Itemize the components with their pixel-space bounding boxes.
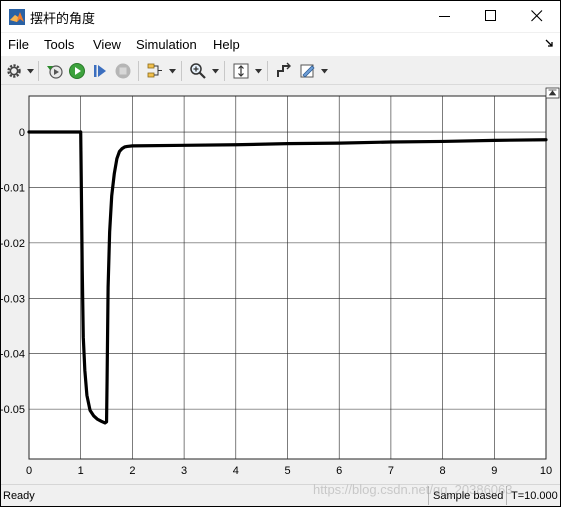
menu-tools[interactable]: Tools — [44, 37, 74, 52]
matlab-icon — [9, 9, 25, 25]
gear-icon[interactable] — [5, 62, 23, 80]
x-tick-label: 6 — [336, 465, 342, 477]
y-tick-label: -0.03 — [1, 293, 25, 305]
x-tick-label: 8 — [440, 465, 446, 477]
title-bar[interactable]: 摆杆的角度 — [1, 1, 560, 32]
gear-dropdown-icon[interactable] — [27, 69, 34, 74]
style-dropdown-icon[interactable] — [321, 69, 328, 74]
x-tick-label: 5 — [284, 465, 290, 477]
close-icon — [531, 10, 543, 22]
autoscale-dropdown-icon[interactable] — [255, 69, 262, 74]
menu-view[interactable]: View — [93, 37, 121, 52]
x-tick-label: 3 — [181, 465, 187, 477]
watermark: https://blog.csdn.net/qq_20386063 — [313, 482, 513, 497]
zoom-icon[interactable] — [189, 62, 207, 80]
toolbar — [1, 57, 560, 85]
minimize-icon — [439, 16, 450, 17]
menu-help[interactable]: Help — [213, 37, 240, 52]
x-tick-label: 7 — [388, 465, 394, 477]
run-icon[interactable] — [68, 62, 86, 80]
x-tick-label: 2 — [129, 465, 135, 477]
signal-dropdown-icon[interactable] — [169, 69, 176, 74]
cursor-measure-icon[interactable] — [275, 62, 293, 80]
plot-area: 0 1 2 3 4 5 6 7 8 9 10 0 -0.01 -0.02 -0.03 -0.04 -0.05 — [1, 86, 560, 483]
autoscale-icon[interactable] — [232, 62, 250, 80]
restore-icon[interactable] — [46, 62, 64, 80]
y-tick-label: 0 — [19, 127, 25, 139]
toolbar-separator — [138, 61, 139, 81]
maximize-button[interactable] — [468, 1, 514, 32]
status-time: T=10.000 — [506, 486, 560, 505]
menu-bar: File Tools View Simulation Help — [1, 33, 560, 56]
status-ready: Ready — [3, 490, 35, 502]
stop-icon[interactable] — [114, 62, 132, 80]
toolbar-separator — [267, 61, 268, 81]
scope-window: 摆杆的角度 File Tools View Simulation Help 0 … — [0, 0, 561, 507]
x-tick-label: 0 — [26, 465, 32, 477]
menu-simulation[interactable]: Simulation — [136, 37, 197, 52]
menu-file[interactable]: File — [8, 37, 29, 52]
line-chart[interactable]: 0 1 2 3 4 5 6 7 8 9 10 0 -0.01 -0.02 -0.03 -0.04 -0.05 — [1, 86, 560, 483]
window-title: 摆杆的角度 — [30, 11, 96, 26]
style-icon[interactable] — [299, 62, 317, 80]
restore-layout-button[interactable] — [545, 87, 560, 99]
y-tick-label: -0.02 — [1, 238, 25, 250]
y-tick-label: -0.04 — [1, 349, 25, 361]
zoom-dropdown-icon[interactable] — [212, 69, 219, 74]
dock-arrow-icon[interactable] — [545, 39, 554, 48]
toolbar-separator — [38, 61, 39, 81]
x-tick-label: 4 — [233, 465, 239, 477]
minimize-button[interactable] — [422, 1, 468, 32]
close-button[interactable] — [514, 1, 560, 32]
x-tick-label: 1 — [78, 465, 84, 477]
x-tick-label: 9 — [491, 465, 497, 477]
toolbar-separator — [181, 61, 182, 81]
signal-select-icon[interactable] — [146, 62, 164, 80]
y-tick-label: -0.01 — [1, 182, 25, 194]
x-tick-label: 10 — [540, 465, 552, 477]
maximize-icon — [485, 10, 496, 21]
y-tick-label: -0.05 — [1, 404, 25, 416]
toolbar-separator — [224, 61, 225, 81]
step-forward-icon[interactable] — [91, 62, 109, 80]
